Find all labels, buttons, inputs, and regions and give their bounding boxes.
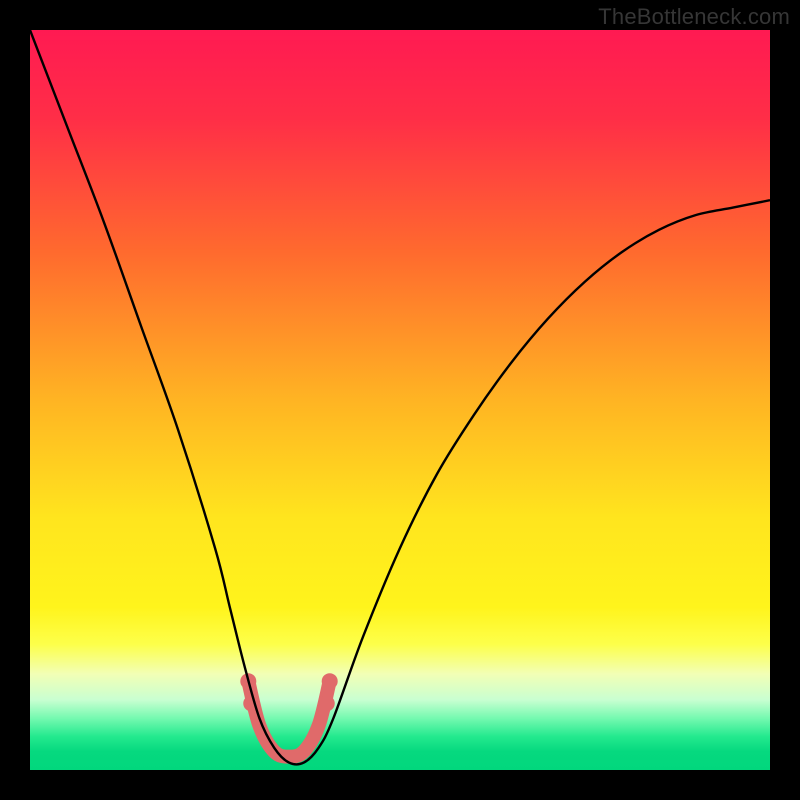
watermark-text: TheBottleneck.com xyxy=(598,4,790,30)
chart-frame: TheBottleneck.com xyxy=(0,0,800,800)
gradient-background xyxy=(30,30,770,770)
plot-area xyxy=(30,30,770,770)
